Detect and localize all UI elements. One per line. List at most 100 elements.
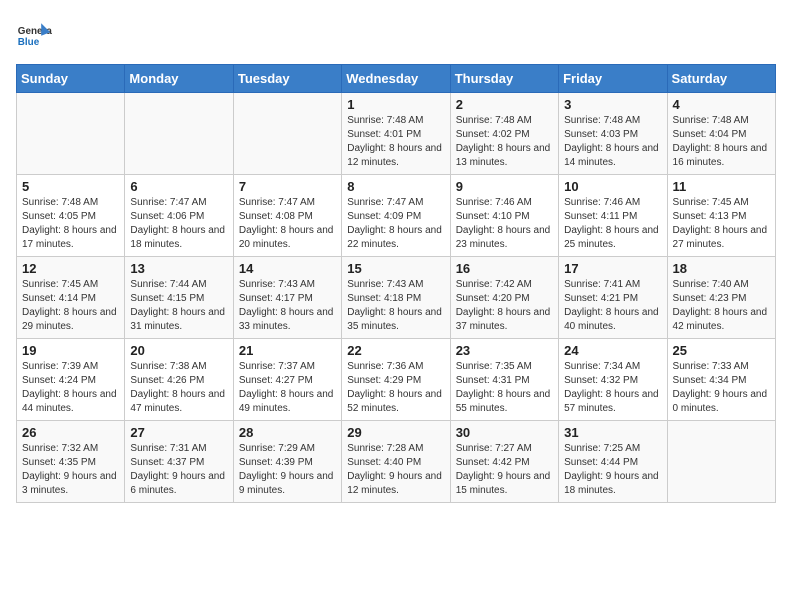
calendar-cell: 1 Sunrise: 7:48 AM Sunset: 4:01 PM Daylig…	[342, 93, 450, 175]
day-number: 9	[456, 179, 553, 194]
day-info: Sunrise: 7:43 AM Sunset: 4:17 PM Dayligh…	[239, 278, 336, 334]
calendar-cell	[125, 93, 233, 175]
day-info: Sunrise: 7:48 AM Sunset: 4:03 PM Dayligh…	[564, 114, 661, 170]
calendar-cell: 9 Sunrise: 7:46 AM Sunset: 4:10 PM Daylig…	[450, 175, 558, 257]
calendar-cell: 20 Sunrise: 7:38 AM Sunset: 4:26 PM Dayli…	[125, 339, 233, 421]
weekday-header-row: SundayMondayTuesdayWednesdayThursdayFrid…	[17, 65, 776, 93]
calendar-cell: 15 Sunrise: 7:43 AM Sunset: 4:18 PM Dayli…	[342, 257, 450, 339]
calendar-week-row: 19 Sunrise: 7:39 AM Sunset: 4:24 PM Dayli…	[17, 339, 776, 421]
day-info: Sunrise: 7:43 AM Sunset: 4:18 PM Dayligh…	[347, 278, 444, 334]
day-number: 6	[130, 179, 227, 194]
calendar-cell: 4Sunrise: 7:48 AM Sunset: 4:04 PM Daylig…	[667, 93, 775, 175]
day-number: 31	[564, 425, 661, 440]
day-number: 5	[22, 179, 119, 194]
day-info: Sunrise: 7:25 AM Sunset: 4:44 PM Dayligh…	[564, 442, 661, 498]
calendar-week-row: 26Sunrise: 7:32 AM Sunset: 4:35 PM Dayli…	[17, 421, 776, 503]
weekday-header: Sunday	[17, 65, 125, 93]
weekday-header: Wednesday	[342, 65, 450, 93]
day-number: 29	[347, 425, 444, 440]
day-info: Sunrise: 7:35 AM Sunset: 4:31 PM Dayligh…	[456, 360, 553, 416]
day-info: Sunrise: 7:47 AM Sunset: 4:06 PM Dayligh…	[130, 196, 227, 252]
calendar-cell	[233, 93, 341, 175]
calendar-cell: 10 Sunrise: 7:46 AM Sunset: 4:11 PM Dayli…	[559, 175, 667, 257]
calendar-cell: 2 Sunrise: 7:48 AM Sunset: 4:02 PM Daylig…	[450, 93, 558, 175]
day-info: Sunrise: 7:31 AM Sunset: 4:37 PM Dayligh…	[130, 442, 227, 498]
day-info: Sunrise: 7:27 AM Sunset: 4:42 PM Dayligh…	[456, 442, 553, 498]
day-number: 20	[130, 343, 227, 358]
calendar-cell: 12Sunrise: 7:45 AM Sunset: 4:14 PM Dayli…	[17, 257, 125, 339]
calendar-cell: 31 Sunrise: 7:25 AM Sunset: 4:44 PM Dayli…	[559, 421, 667, 503]
day-number: 1	[347, 97, 444, 112]
calendar-cell: 8 Sunrise: 7:47 AM Sunset: 4:09 PM Daylig…	[342, 175, 450, 257]
calendar-cell: 29 Sunrise: 7:28 AM Sunset: 4:40 PM Dayli…	[342, 421, 450, 503]
calendar-cell: 7 Sunrise: 7:47 AM Sunset: 4:08 PM Daylig…	[233, 175, 341, 257]
logo: General Blue	[16, 16, 56, 52]
day-info: Sunrise: 7:39 AM Sunset: 4:24 PM Dayligh…	[22, 360, 119, 416]
day-number: 25	[673, 343, 770, 358]
calendar-cell: 21Sunrise: 7:37 AM Sunset: 4:27 PM Dayli…	[233, 339, 341, 421]
day-number: 23	[456, 343, 553, 358]
day-number: 11	[673, 179, 770, 194]
calendar-cell: 26Sunrise: 7:32 AM Sunset: 4:35 PM Dayli…	[17, 421, 125, 503]
weekday-header: Saturday	[667, 65, 775, 93]
day-number: 19	[22, 343, 119, 358]
day-number: 14	[239, 261, 336, 276]
calendar-cell: 11 Sunrise: 7:45 AM Sunset: 4:13 PM Dayli…	[667, 175, 775, 257]
day-info: Sunrise: 7:41 AM Sunset: 4:21 PM Dayligh…	[564, 278, 661, 334]
calendar-cell: 24 Sunrise: 7:34 AM Sunset: 4:32 PM Dayli…	[559, 339, 667, 421]
day-info: Sunrise: 7:36 AM Sunset: 4:29 PM Dayligh…	[347, 360, 444, 416]
day-number: 30	[456, 425, 553, 440]
calendar-cell: 27 Sunrise: 7:31 AM Sunset: 4:37 PM Dayli…	[125, 421, 233, 503]
calendar-cell: 14 Sunrise: 7:43 AM Sunset: 4:17 PM Dayli…	[233, 257, 341, 339]
day-info: Sunrise: 7:29 AM Sunset: 4:39 PM Dayligh…	[239, 442, 336, 498]
day-number: 27	[130, 425, 227, 440]
logo-icon: General Blue	[16, 16, 52, 52]
calendar-table: SundayMondayTuesdayWednesdayThursdayFrid…	[16, 64, 776, 503]
day-number: 10	[564, 179, 661, 194]
day-number: 15	[347, 261, 444, 276]
calendar-cell: 30 Sunrise: 7:27 AM Sunset: 4:42 PM Dayli…	[450, 421, 558, 503]
calendar-cell	[17, 93, 125, 175]
day-number: 12	[22, 261, 119, 276]
day-number: 7	[239, 179, 336, 194]
calendar-cell: 3 Sunrise: 7:48 AM Sunset: 4:03 PM Daylig…	[559, 93, 667, 175]
calendar-cell: 17 Sunrise: 7:41 AM Sunset: 4:21 PM Dayli…	[559, 257, 667, 339]
day-number: 28	[239, 425, 336, 440]
day-number: 17	[564, 261, 661, 276]
day-info: Sunrise: 7:47 AM Sunset: 4:08 PM Dayligh…	[239, 196, 336, 252]
calendar-cell: 5 Sunrise: 7:48 AM Sunset: 4:05 PM Daylig…	[17, 175, 125, 257]
weekday-header: Friday	[559, 65, 667, 93]
day-info: Sunrise: 7:48 AM Sunset: 4:04 PM Dayligh…	[673, 114, 770, 170]
calendar-week-row: 5 Sunrise: 7:48 AM Sunset: 4:05 PM Daylig…	[17, 175, 776, 257]
day-info: Sunrise: 7:33 AM Sunset: 4:34 PM Dayligh…	[673, 360, 770, 416]
day-number: 3	[564, 97, 661, 112]
page-header: General Blue	[16, 16, 776, 52]
day-info: Sunrise: 7:46 AM Sunset: 4:10 PM Dayligh…	[456, 196, 553, 252]
day-info: Sunrise: 7:42 AM Sunset: 4:20 PM Dayligh…	[456, 278, 553, 334]
day-info: Sunrise: 7:28 AM Sunset: 4:40 PM Dayligh…	[347, 442, 444, 498]
weekday-header: Thursday	[450, 65, 558, 93]
day-info: Sunrise: 7:38 AM Sunset: 4:26 PM Dayligh…	[130, 360, 227, 416]
calendar-cell: 6 Sunrise: 7:47 AM Sunset: 4:06 PM Daylig…	[125, 175, 233, 257]
day-info: Sunrise: 7:47 AM Sunset: 4:09 PM Dayligh…	[347, 196, 444, 252]
day-number: 16	[456, 261, 553, 276]
day-number: 26	[22, 425, 119, 440]
day-info: Sunrise: 7:48 AM Sunset: 4:01 PM Dayligh…	[347, 114, 444, 170]
calendar-cell: 22Sunrise: 7:36 AM Sunset: 4:29 PM Dayli…	[342, 339, 450, 421]
day-info: Sunrise: 7:44 AM Sunset: 4:15 PM Dayligh…	[130, 278, 227, 334]
day-info: Sunrise: 7:37 AM Sunset: 4:27 PM Dayligh…	[239, 360, 336, 416]
day-info: Sunrise: 7:34 AM Sunset: 4:32 PM Dayligh…	[564, 360, 661, 416]
svg-text:Blue: Blue	[18, 37, 40, 48]
day-number: 2	[456, 97, 553, 112]
day-info: Sunrise: 7:45 AM Sunset: 4:13 PM Dayligh…	[673, 196, 770, 252]
day-info: Sunrise: 7:48 AM Sunset: 4:05 PM Dayligh…	[22, 196, 119, 252]
calendar-cell: 16 Sunrise: 7:42 AM Sunset: 4:20 PM Dayli…	[450, 257, 558, 339]
day-number: 8	[347, 179, 444, 194]
day-number: 24	[564, 343, 661, 358]
calendar-cell: 18Sunrise: 7:40 AM Sunset: 4:23 PM Dayli…	[667, 257, 775, 339]
calendar-cell: 13Sunrise: 7:44 AM Sunset: 4:15 PM Dayli…	[125, 257, 233, 339]
day-info: Sunrise: 7:46 AM Sunset: 4:11 PM Dayligh…	[564, 196, 661, 252]
day-info: Sunrise: 7:40 AM Sunset: 4:23 PM Dayligh…	[673, 278, 770, 334]
day-info: Sunrise: 7:48 AM Sunset: 4:02 PM Dayligh…	[456, 114, 553, 170]
weekday-header: Tuesday	[233, 65, 341, 93]
